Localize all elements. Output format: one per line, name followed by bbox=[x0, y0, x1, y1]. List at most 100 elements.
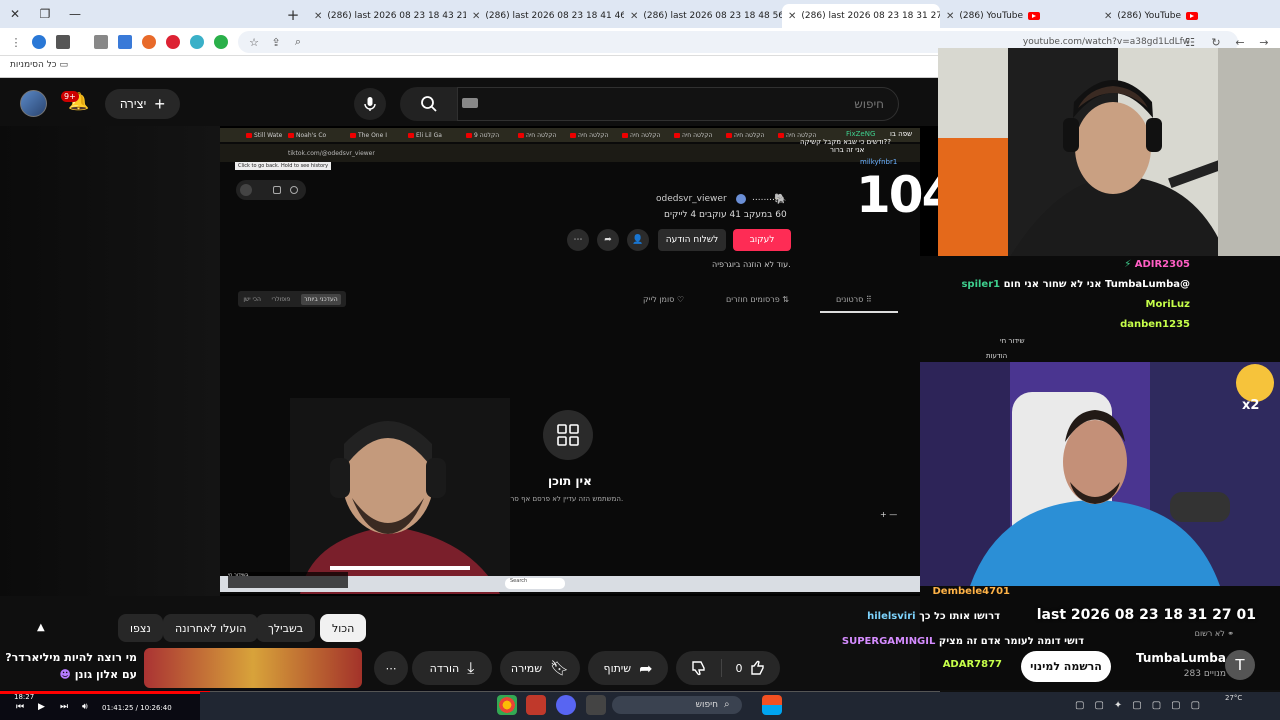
browser-tab-active[interactable]: ✕ (286) last 2026 08 23 18 31 27 bbox=[782, 4, 940, 28]
browser-tab[interactable]: ✕ (286) YouTube bbox=[940, 4, 1098, 28]
share-icon[interactable]: ⇪ bbox=[268, 34, 284, 50]
extension-icon[interactable] bbox=[214, 35, 228, 49]
zoom-icon[interactable]: ⌕ bbox=[290, 34, 306, 50]
next-icon[interactable]: ⏭ bbox=[60, 702, 68, 712]
star-icon[interactable]: ☆ bbox=[246, 34, 262, 50]
bookmarks-bar bbox=[0, 56, 940, 78]
close-icon[interactable]: ✕ bbox=[314, 11, 322, 22]
channel-name[interactable]: TumbaLumba bbox=[1136, 651, 1226, 665]
extension-icon[interactable] bbox=[142, 35, 156, 49]
file-explorer-icon[interactable] bbox=[586, 695, 606, 715]
maximize-icon[interactable]: — bbox=[60, 0, 90, 28]
grid-icon: ⠿ bbox=[865, 295, 872, 304]
search-icon bbox=[421, 96, 437, 112]
link-icon: ⚭ bbox=[1227, 629, 1234, 638]
follow-button[interactable]: לעקוב bbox=[733, 229, 791, 251]
headphones-right bbox=[1146, 118, 1162, 152]
more-actions-button[interactable]: ⋯ bbox=[374, 651, 408, 685]
extension-icon[interactable] bbox=[32, 35, 46, 49]
menu-icon[interactable]: ⋮ bbox=[8, 34, 24, 50]
chip-all[interactable]: הכול bbox=[320, 614, 367, 642]
like-button[interactable]: 0 bbox=[722, 659, 780, 677]
play-icon[interactable]: ▶ bbox=[38, 702, 45, 712]
add-friend-icon[interactable]: 👤 bbox=[627, 229, 649, 251]
account-avatar[interactable] bbox=[20, 90, 47, 117]
chrome-icon[interactable] bbox=[497, 695, 517, 715]
webcam-top bbox=[938, 48, 1280, 260]
bookmark-icon: 🔖︎ bbox=[550, 659, 570, 677]
tiktok-stats: 60 במעקב 41 עוקבים 4 לייקים bbox=[664, 210, 787, 220]
chip-for-you[interactable]: בשבילך bbox=[256, 614, 316, 642]
close-icon[interactable]: ✕ bbox=[1104, 11, 1112, 22]
inner-tab: Noah's Co bbox=[288, 130, 350, 140]
more-icon[interactable]: ⋯ bbox=[567, 229, 589, 251]
download-icon: ⤓ bbox=[467, 658, 475, 677]
download-button[interactable]: הורדה ⤓ bbox=[412, 651, 492, 685]
browser-tab[interactable]: ✕ (286) last 2026 08 23 18 48 56 bbox=[624, 4, 782, 28]
minimize-icon[interactable]: ✕ bbox=[0, 0, 30, 28]
extension-icon[interactable] bbox=[190, 35, 204, 49]
close-icon[interactable]: ✕ bbox=[630, 11, 638, 22]
app-icon[interactable] bbox=[526, 695, 546, 715]
streamer-webcam bbox=[290, 398, 510, 594]
channel-avatar[interactable]: T bbox=[1225, 650, 1255, 680]
overlay-chat-line: FixZeNG bbox=[846, 130, 876, 138]
extension-icon[interactable] bbox=[166, 35, 180, 49]
extension-icon[interactable] bbox=[56, 35, 70, 49]
tiktok-username: odedsvr_viewer bbox=[656, 194, 727, 204]
browser-tab[interactable]: ✕ (286) last 2026 08 23 18 43 21 bbox=[308, 4, 466, 28]
message-button[interactable]: לשלוח הודעה bbox=[658, 229, 726, 251]
create-button[interactable]: יצירה + bbox=[105, 89, 180, 119]
multiplier-label: x2 bbox=[1242, 398, 1260, 413]
sort-segmented-control[interactable]: הכי ישן פופולרי העדכני ביותר bbox=[238, 291, 346, 307]
face bbox=[1063, 420, 1127, 504]
extension-icon[interactable] bbox=[94, 35, 108, 49]
discord-icon[interactable] bbox=[556, 695, 576, 715]
save-button[interactable]: שמירה 🔖︎ bbox=[500, 651, 580, 685]
search-button[interactable] bbox=[400, 87, 458, 121]
sort-popular[interactable]: פופולרי bbox=[272, 296, 291, 303]
inner-url: tiktok.com/@odedsvr_viewer bbox=[288, 150, 375, 157]
chat-small-label: שידור חי bbox=[1000, 337, 1025, 345]
overlay-chat-line: milkyfnbr1 bbox=[860, 158, 898, 166]
chat-message: ADIR2305 ⚡ bbox=[1124, 259, 1190, 270]
chip-watched[interactable]: נצפו bbox=[118, 614, 163, 642]
dislike-button[interactable] bbox=[676, 659, 722, 677]
headphones-right bbox=[426, 458, 446, 498]
url-text[interactable]: youtube.com/watch?v=a38gd1LdLfw bbox=[1023, 37, 1190, 47]
new-tab-button[interactable]: + bbox=[282, 4, 304, 26]
voice-search-button[interactable] bbox=[354, 88, 386, 120]
close-icon[interactable]: ✕ bbox=[472, 11, 480, 22]
promo-thumbnail[interactable] bbox=[144, 648, 362, 688]
promo-subtitle[interactable]: עם אלון גונן ☻ bbox=[59, 668, 137, 681]
share-arrow-icon[interactable]: ➦ bbox=[597, 229, 619, 251]
tab-videos[interactable]: סרטונים ⠿ bbox=[836, 295, 872, 304]
extension-icon[interactable] bbox=[118, 35, 132, 49]
close-icon[interactable]: ✕ bbox=[946, 11, 954, 22]
system-tray[interactable]: ▢▢✦▢▢▢▢ bbox=[1075, 700, 1210, 711]
keyboard-icon[interactable] bbox=[462, 98, 478, 108]
taskbar-search[interactable]: חיפוש bbox=[612, 696, 742, 714]
active-tab-indicator bbox=[820, 311, 898, 313]
tab-liked[interactable]: סומן לייק ♡ bbox=[643, 295, 684, 304]
compass-icon bbox=[290, 186, 298, 194]
tab-reposts[interactable]: פרסומים חוזרים ⇅ bbox=[726, 295, 789, 304]
sort-oldest[interactable]: הכי ישן bbox=[243, 296, 261, 303]
restore-icon[interactable]: ❐ bbox=[30, 0, 60, 28]
chat-message: דרושו אותו כל כך hilelsviri bbox=[867, 611, 1000, 622]
search-input[interactable] bbox=[457, 87, 899, 121]
browser-tab[interactable]: ✕ (286) YouTube bbox=[1098, 4, 1256, 28]
all-bookmarks[interactable]: כל הסימניות ▭ bbox=[10, 60, 68, 70]
sort-latest[interactable]: העדכני ביותר bbox=[301, 293, 341, 305]
windows-start-icon[interactable] bbox=[762, 695, 782, 715]
prev-icon[interactable]: ⏮ bbox=[16, 702, 24, 712]
chip-recent[interactable]: הועלו לאחרונה bbox=[163, 614, 259, 642]
headphones-left bbox=[1063, 118, 1079, 152]
browser-tab[interactable]: ✕ (286) last 2026 08 23 18 41 46 bbox=[466, 4, 624, 28]
close-icon[interactable]: ✕ bbox=[788, 11, 796, 22]
overlay-chat-line: אני זה ברור bbox=[830, 146, 865, 154]
share-button[interactable]: שיתוף ➦ bbox=[588, 651, 668, 685]
volume-icon[interactable]: 🔊︎ bbox=[82, 702, 88, 712]
subscribe-button[interactable]: הרשמה למינוי bbox=[1021, 651, 1111, 682]
promo-title[interactable]: מי רוצה להיות מיליארדר? bbox=[5, 651, 137, 664]
